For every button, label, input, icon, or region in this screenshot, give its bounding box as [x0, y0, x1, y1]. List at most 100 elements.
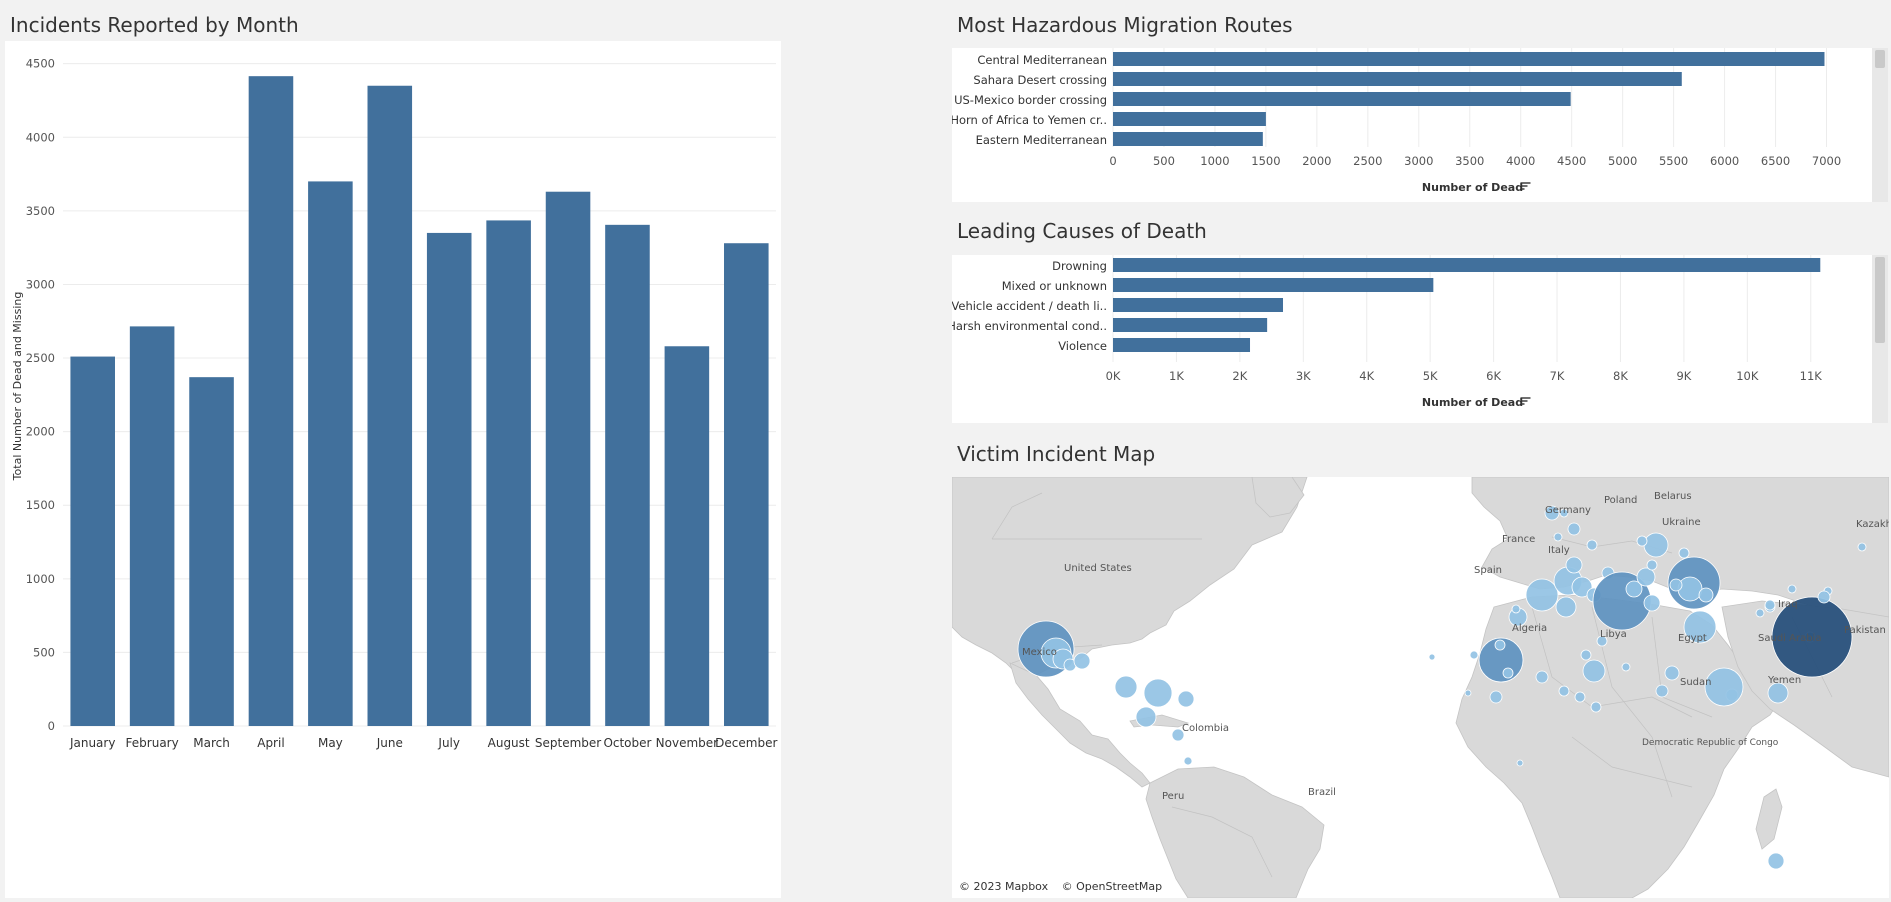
incident-bubble[interactable]: [1586, 539, 1598, 551]
incident-bubble[interactable]: [1646, 559, 1658, 571]
y-tick-label: 2000: [26, 425, 55, 439]
category-label: Drowning: [1052, 259, 1107, 273]
incident-bubble[interactable]: [1580, 649, 1592, 661]
incident-bubble[interactable]: [1767, 682, 1789, 704]
hbar-1[interactable]: [1113, 278, 1434, 292]
category-label: Eastern Mediterranean: [976, 133, 1107, 147]
bar-march[interactable]: [189, 377, 234, 726]
incident-bubble[interactable]: [1582, 659, 1606, 683]
incident-bubble[interactable]: [1489, 690, 1503, 704]
incident-bubble[interactable]: [1636, 567, 1656, 587]
incident-bubble[interactable]: [1767, 852, 1785, 870]
x-tick-label: July: [437, 736, 460, 750]
incident-bubble[interactable]: [1567, 522, 1581, 536]
osm-copyright-link[interactable]: © OpenStreetMap: [1062, 880, 1163, 893]
incident-bubble[interactable]: [1669, 578, 1683, 592]
incident-bubble[interactable]: [1574, 691, 1586, 703]
x-tick-label: 11K: [1800, 369, 1823, 383]
hbar-3[interactable]: [1113, 318, 1268, 332]
incident-bubble[interactable]: [1664, 665, 1680, 681]
y-tick-label: 3500: [26, 204, 55, 218]
bar-june[interactable]: [367, 85, 413, 727]
incident-bubble[interactable]: [1755, 608, 1765, 618]
incident-bubble[interactable]: [1558, 685, 1570, 697]
map-canvas[interactable]: Poland Belarus Germany Ukraine Kazakh Fr…: [952, 477, 1889, 898]
incident-bubble[interactable]: [1525, 578, 1559, 612]
incident-bubble[interactable]: [1678, 547, 1690, 559]
hbar-0[interactable]: [1113, 52, 1825, 66]
routes-bar-chart[interactable]: 0 500 1000 1500 2000 2500 3000 3500 4000 4500 5000…: [952, 48, 1872, 202]
incident-bubble[interactable]: [1073, 652, 1091, 670]
incident-bubble[interactable]: [1565, 556, 1583, 574]
bar-october[interactable]: [605, 224, 650, 726]
incident-bubble[interactable]: [1636, 535, 1648, 547]
incident-bubble[interactable]: [1177, 690, 1195, 708]
incident-bubble[interactable]: [1428, 653, 1436, 661]
map-label-mexico: Mexico: [1022, 647, 1057, 658]
x-tick-label: 5500: [1659, 154, 1688, 168]
x-tick-label: October: [603, 736, 651, 750]
incident-bubble[interactable]: [1502, 667, 1514, 679]
causes-bar-chart[interactable]: 0K 1K 2K 3K 4K 5K 6K 7K 8K 9K 10K 11K Drowning Mixed …: [952, 255, 1872, 423]
incident-bubble[interactable]: [1464, 689, 1472, 697]
incident-bubble[interactable]: [1643, 594, 1661, 612]
x-tick-label: June: [376, 736, 403, 750]
hbar-2[interactable]: [1113, 298, 1284, 312]
incident-bubble[interactable]: [1553, 532, 1563, 542]
bar-july[interactable]: [426, 232, 472, 727]
causes-scrollbar[interactable]: [1872, 255, 1888, 423]
hbar-4[interactable]: [1113, 132, 1263, 146]
incident-bubble[interactable]: [1857, 542, 1867, 552]
map-copyright: © 2023 Mapbox © OpenStreetMap: [959, 880, 1172, 893]
victim-incident-map[interactable]: Poland Belarus Germany Ukraine Kazakh Fr…: [952, 477, 1889, 898]
bar-may[interactable]: [308, 181, 353, 726]
hbar-2[interactable]: [1113, 92, 1571, 106]
category-label: Harsh environmental cond..: [952, 319, 1107, 333]
mapbox-copyright-link[interactable]: © 2023 Mapbox: [959, 880, 1048, 893]
x-tick-label: February: [126, 736, 179, 750]
map-label-ukraine: Ukraine: [1662, 517, 1701, 528]
incident-bubble[interactable]: [1764, 599, 1776, 611]
map-label-belarus: Belarus: [1654, 491, 1692, 502]
bar-september[interactable]: [545, 191, 591, 726]
incident-bubble[interactable]: [1817, 590, 1831, 604]
routes-scrollbar-thumb[interactable]: [1875, 50, 1885, 68]
hbar-4[interactable]: [1113, 338, 1251, 352]
incident-bubble[interactable]: [1698, 587, 1714, 603]
x-tick-label: March: [193, 736, 230, 750]
bar-april[interactable]: [248, 76, 294, 726]
incident-bubble[interactable]: [1535, 670, 1549, 684]
incident-bubble[interactable]: [1621, 662, 1631, 672]
incident-bubble[interactable]: [1183, 756, 1193, 766]
bar-december[interactable]: [724, 243, 769, 726]
hbar-0[interactable]: [1113, 258, 1821, 272]
incident-bubble[interactable]: [1516, 759, 1524, 767]
incident-bubble[interactable]: [1555, 596, 1577, 618]
map-label-drc: Democratic Republic of Congo: [1642, 738, 1779, 748]
incident-bubble[interactable]: [1511, 604, 1521, 614]
incident-bubble[interactable]: [1643, 532, 1669, 558]
x-tick-label: 7000: [1812, 154, 1841, 168]
map-label-pakistan: Pakistan: [1844, 625, 1886, 636]
incident-bubble[interactable]: [1469, 650, 1479, 660]
incident-bubble[interactable]: [1677, 576, 1703, 602]
incident-bubble[interactable]: [1135, 706, 1157, 728]
bar-november[interactable]: [664, 346, 710, 726]
incident-bubble[interactable]: [1655, 684, 1669, 698]
incident-bubble[interactable]: [1494, 639, 1506, 651]
x-tick-label: 5000: [1608, 154, 1637, 168]
bar-january[interactable]: [70, 356, 115, 726]
routes-scrollbar[interactable]: [1872, 48, 1888, 202]
incident-bubble[interactable]: [1787, 584, 1797, 594]
bar-august[interactable]: [486, 220, 531, 726]
map-label-spain: Spain: [1474, 565, 1502, 576]
incident-bubble[interactable]: [1114, 675, 1138, 699]
hbar-3[interactable]: [1113, 112, 1266, 126]
incident-bubble[interactable]: [1143, 678, 1173, 708]
incident-bubble[interactable]: [1590, 701, 1602, 713]
monthly-bar-chart[interactable]: 0 500 1000 1500 2000 2500 3000 3500 4000 4500 Tota…: [5, 41, 781, 898]
bar-february[interactable]: [129, 326, 175, 726]
hbar-1[interactable]: [1113, 72, 1682, 86]
monthly-chart-title: Incidents Reported by Month: [10, 13, 299, 37]
causes-scrollbar-thumb[interactable]: [1875, 257, 1885, 343]
